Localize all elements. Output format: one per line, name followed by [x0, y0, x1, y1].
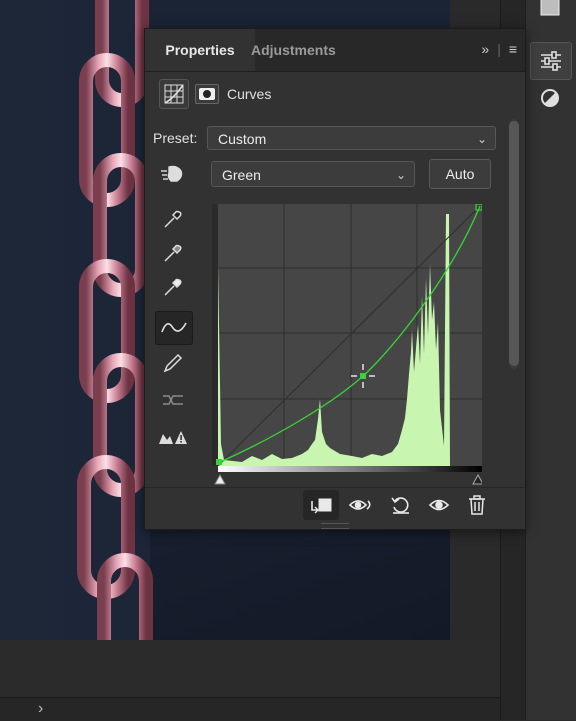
chevron-down-icon: ⌄: [476, 132, 487, 146]
tab-adjustments[interactable]: Adjustments: [241, 29, 346, 71]
curve-point-mid[interactable]: [360, 373, 366, 379]
smooth-curve-icon[interactable]: [155, 383, 191, 415]
panel-tab-bar: Properties Adjustments » | ≡: [145, 29, 525, 72]
divider: |: [497, 41, 501, 57]
clip-to-layer-icon[interactable]: [303, 490, 339, 520]
panel-bottom-bar: [145, 487, 525, 522]
adjustment-title: Curves: [227, 86, 272, 102]
pencil-draw-icon[interactable]: [155, 347, 191, 379]
chevron-down-icon: ⌄: [395, 168, 406, 182]
preset-value: Custom: [218, 131, 267, 147]
panel-menu-icon[interactable]: ≡: [509, 41, 517, 57]
panel-scrollbar-thumb[interactable]: [509, 121, 519, 366]
curves-graph[interactable]: [212, 204, 482, 466]
curve-point-black[interactable]: [216, 459, 222, 465]
channel-value: Green: [222, 167, 261, 183]
white-point-eyedropper-icon[interactable]: [155, 271, 191, 303]
status-bar: ›: [0, 697, 500, 721]
preset-dropdown[interactable]: Custom ⌄: [207, 126, 496, 150]
view-previous-state-icon[interactable]: [343, 490, 379, 520]
gray-point-eyedropper-icon[interactable]: [155, 237, 191, 269]
preset-label: Preset:: [153, 130, 198, 146]
curve-point-tool-icon[interactable]: [155, 311, 193, 345]
panel-resize-grip[interactable]: [321, 523, 349, 529]
vertical-gradient-bar: [212, 204, 218, 466]
input-gradient-slider[interactable]: [212, 466, 482, 486]
visibility-eye-icon[interactable]: [421, 490, 457, 520]
curves-adjustment-icon[interactable]: [159, 79, 189, 109]
trash-icon[interactable]: [459, 490, 495, 520]
chevron-right-icon[interactable]: ›: [38, 700, 43, 718]
panel-menu-controls: » | ≡: [481, 41, 517, 57]
collapse-icon[interactable]: »: [481, 41, 489, 57]
adjustments-circle-icon[interactable]: [530, 80, 570, 116]
black-point-eyedropper-icon[interactable]: [155, 203, 191, 235]
right-panel-dock: [525, 0, 576, 720]
channel-dropdown[interactable]: Green ⌄: [211, 161, 415, 187]
properties-sliders-icon[interactable]: [530, 42, 572, 80]
tab-properties[interactable]: Properties: [145, 29, 255, 71]
targeted-adjustment-hand-icon[interactable]: [161, 163, 187, 190]
properties-panel: Properties Adjustments » | ≡ Curves Pres…: [144, 28, 526, 530]
reset-icon[interactable]: [383, 490, 419, 520]
dock-top-icon[interactable]: [530, 0, 570, 26]
white-input-slider[interactable]: [214, 473, 226, 485]
layer-mask-icon[interactable]: [195, 84, 219, 104]
black-input-slider[interactable]: [472, 473, 482, 485]
auto-button[interactable]: Auto: [429, 159, 491, 189]
clipping-warning-icon[interactable]: [155, 421, 191, 453]
